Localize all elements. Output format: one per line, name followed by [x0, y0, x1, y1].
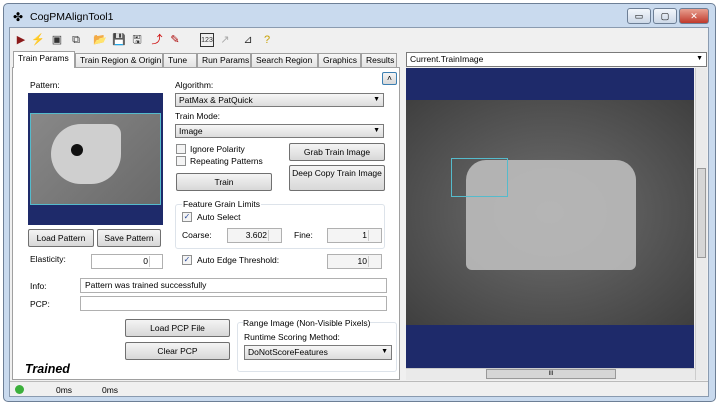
info-label: Info: — [30, 281, 47, 291]
tab-results[interactable]: Results — [361, 53, 397, 67]
edge-threshold-spinner[interactable]: 10 — [327, 254, 382, 269]
save-as-icon[interactable]: 🖫 — [130, 33, 144, 47]
calibrate-icon[interactable]: ⊿ — [241, 33, 255, 47]
vertical-scrollbar[interactable] — [695, 68, 707, 380]
elasticity-label: Elasticity: — [30, 254, 66, 264]
edit-icon[interactable]: ✎ — [168, 33, 182, 47]
ignore-polarity-checkbox[interactable] — [176, 144, 186, 154]
close-button[interactable]: ✕ — [679, 8, 709, 24]
pattern-image[interactable] — [28, 93, 163, 225]
tab-graphics[interactable]: Graphics — [318, 53, 361, 67]
pattern-hole — [71, 144, 83, 156]
auto-select-checkbox[interactable]: ✓ — [182, 212, 192, 222]
pattern-label: Pattern: — [30, 80, 60, 90]
show-display-icon[interactable]: ▣ — [50, 33, 64, 47]
ignore-polarity-label: Ignore Polarity — [190, 144, 245, 154]
horizontal-scrollbar[interactable]: III — [406, 368, 695, 380]
tab-train-region-origin[interactable]: Train Region & Origin — [75, 53, 163, 67]
chevron-up-icon: ˄ — [387, 73, 392, 83]
scoring-select[interactable]: DoNotScoreFeatures — [244, 345, 392, 360]
train-region[interactable] — [451, 158, 508, 197]
auto-edge-label: Auto Edge Threshold: — [197, 255, 280, 265]
train-mode-label: Train Mode: — [175, 111, 221, 121]
pattern-part — [51, 124, 121, 184]
status-led-icon — [15, 385, 24, 394]
open-icon[interactable]: 📂 — [93, 33, 107, 47]
pattern-region — [30, 113, 161, 205]
horizontal-scroll-thumb[interactable]: III — [486, 369, 616, 379]
window-title: CogPMAlignTool1 — [30, 11, 114, 23]
algorithm-label: Algorithm: — [175, 80, 214, 90]
save-icon[interactable]: 💾 — [112, 33, 126, 47]
elasticity-spinner[interactable]: 0 — [91, 254, 163, 269]
train-mode-select[interactable]: Image — [175, 124, 384, 138]
floating-icon[interactable]: ⧉ — [69, 33, 83, 47]
repeating-patterns-label: Repeating Patterns — [190, 156, 263, 166]
algorithm-select[interactable]: PatMax & PatQuick — [175, 93, 384, 107]
help-icon[interactable]: ? — [260, 33, 274, 47]
auto-edge-checkbox[interactable]: ✓ — [182, 255, 192, 265]
image-content — [406, 100, 694, 325]
load-pattern-button[interactable]: Load Pattern — [28, 229, 94, 247]
coarse-label: Coarse: — [182, 230, 212, 240]
load-pcp-button[interactable]: Load PCP File — [125, 319, 230, 337]
minimize-button[interactable]: ▭ — [627, 8, 651, 24]
maximize-button[interactable]: ▢ — [653, 8, 677, 24]
save-pattern-button[interactable]: Save Pattern — [97, 229, 161, 247]
vertical-scroll-thumb[interactable] — [697, 168, 706, 258]
tab-search-region[interactable]: Search Region — [251, 53, 318, 67]
clear-pcp-button[interactable]: Clear PCP — [125, 342, 230, 360]
range-image-title: Range Image (Non-Visible Pixels) — [243, 318, 371, 328]
image-select[interactable]: Current.TrainImage — [406, 52, 707, 67]
repeating-patterns-checkbox[interactable] — [176, 156, 186, 166]
app-icon: ✤ — [13, 10, 24, 24]
info-field[interactable]: Pattern was trained successfully — [80, 278, 387, 293]
fine-spinner[interactable]: 1 — [327, 228, 382, 243]
tab-train-params[interactable]: Train Params — [13, 51, 75, 68]
collapse-button[interactable]: ˄ — [382, 72, 397, 85]
pcp-label: PCP: — [30, 299, 50, 309]
status-time-2: 0ms — [102, 385, 119, 395]
tab-tune[interactable]: Tune — [163, 53, 197, 67]
counter-icon[interactable]: 123 — [200, 33, 214, 47]
fine-label: Fine: — [294, 230, 313, 240]
status-time-1: 0ms — [56, 385, 73, 395]
auto-select-label: Auto Select — [197, 212, 241, 222]
graph-icon[interactable]: ↗ — [218, 33, 232, 47]
trained-status: Trained — [25, 362, 70, 376]
reset-icon[interactable]: ⤴ — [150, 33, 164, 47]
coarse-spinner[interactable]: 3.602 — [227, 228, 282, 243]
grab-train-image-button[interactable]: Grab Train Image — [289, 143, 385, 161]
status-bar: 0ms 0ms — [10, 381, 708, 396]
train-button[interactable]: Train — [176, 173, 272, 191]
display-image[interactable] — [406, 68, 694, 380]
run-icon[interactable]: ▶ — [14, 33, 28, 47]
deep-copy-button[interactable]: Deep Copy Train Image — [289, 165, 385, 191]
pcp-field[interactable] — [80, 296, 387, 311]
scoring-label: Runtime Scoring Method: — [244, 332, 340, 342]
feature-grain-title: Feature Grain Limits — [182, 199, 261, 209]
tab-run-params[interactable]: Run Params — [197, 53, 251, 67]
lightning-icon[interactable]: ⚡ — [31, 33, 45, 47]
